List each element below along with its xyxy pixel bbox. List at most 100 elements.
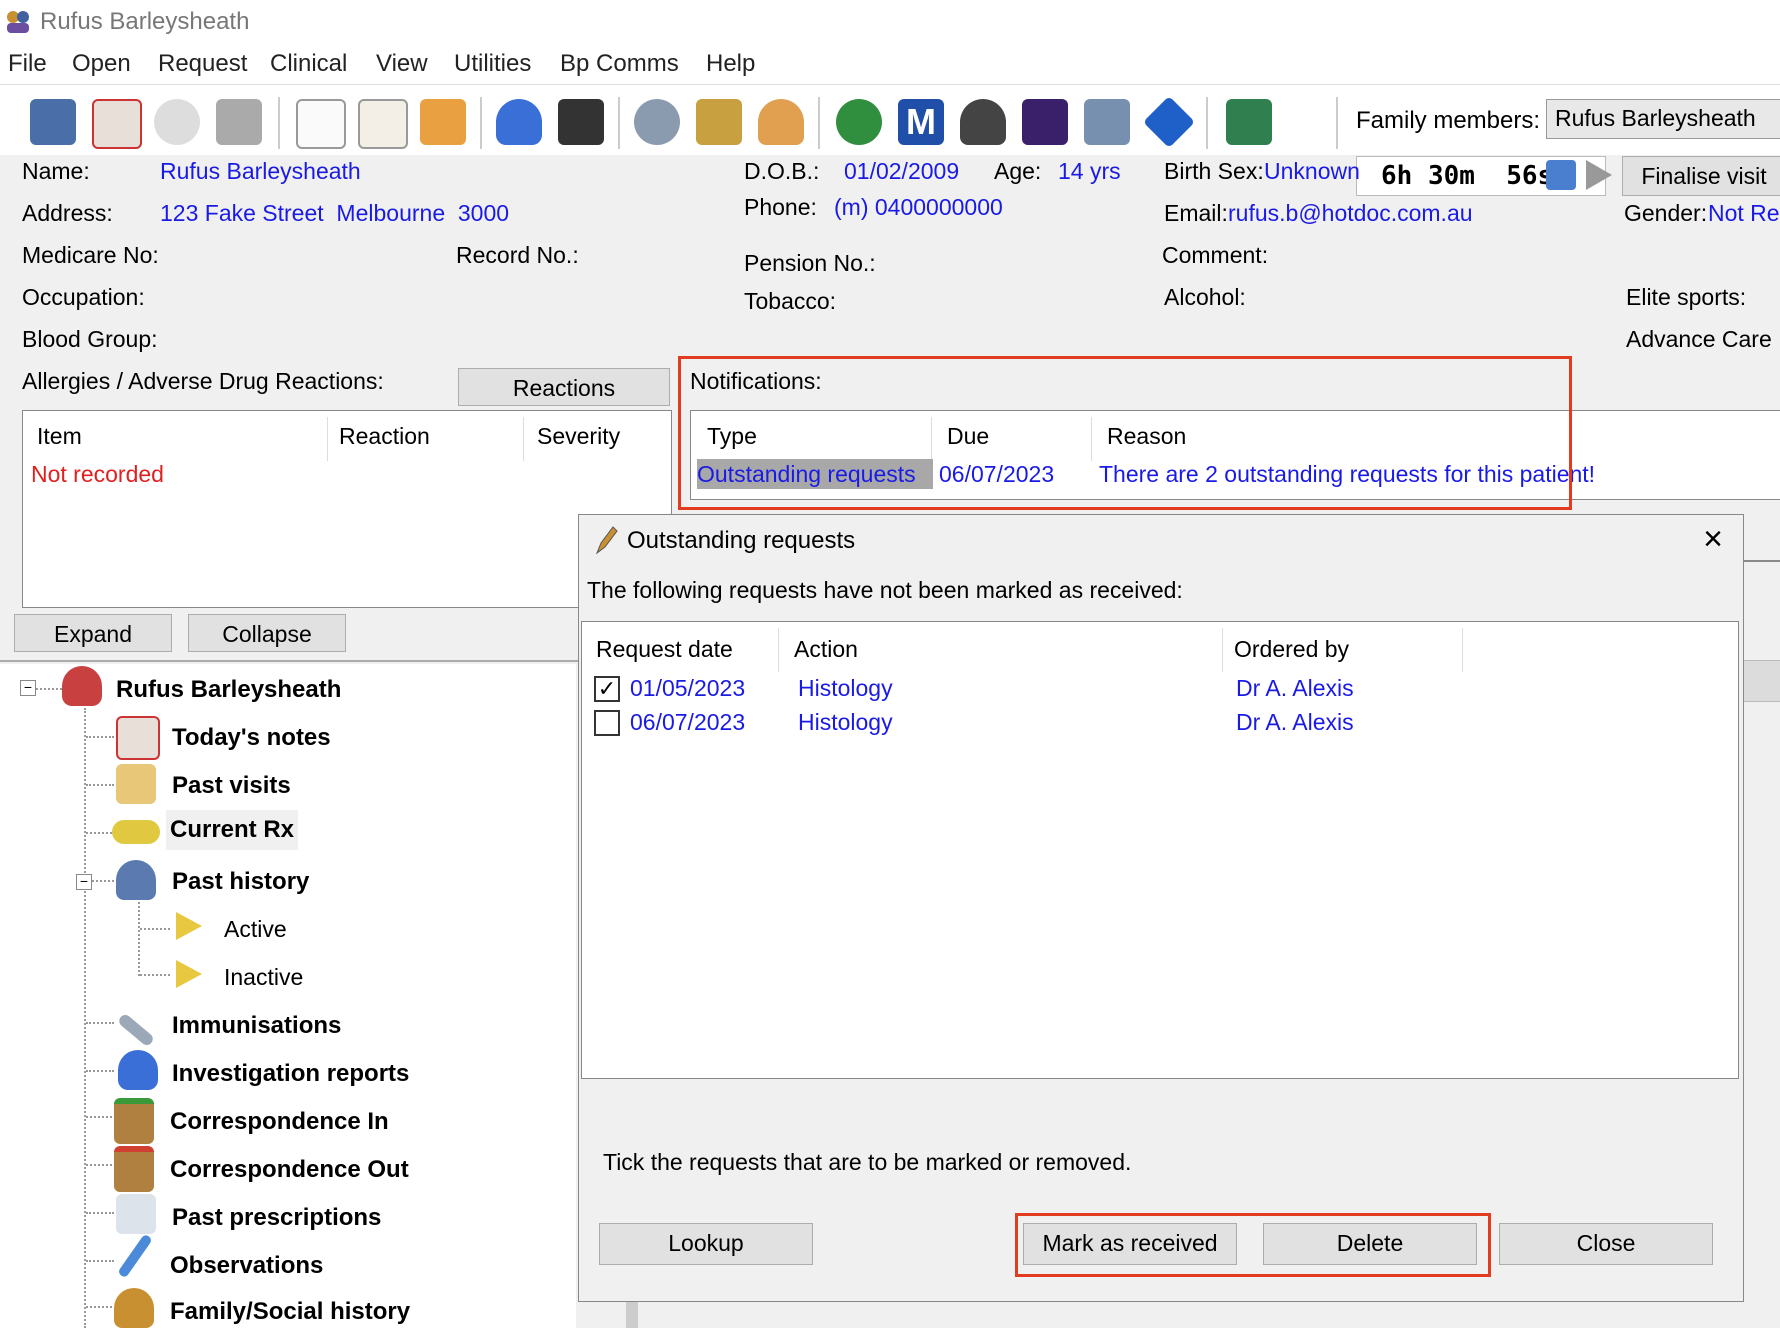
title-bar: Rufus Barleysheath [0, 0, 1780, 44]
menu-view[interactable]: View [376, 50, 428, 78]
background-panel-edge [1740, 560, 1780, 562]
patient-phone: (m) 0400000000 [834, 194, 1003, 220]
request-row[interactable]: 06/07/2023 Histology Dr A. Alexis [590, 706, 1730, 738]
expand-button[interactable]: Expand [14, 614, 172, 652]
dialog-title: Outstanding requests [627, 527, 856, 554]
dob-label: D.O.B.: [744, 158, 820, 184]
tree-todays-notes[interactable]: Today's notes [172, 724, 331, 752]
lookup-button[interactable]: Lookup [599, 1223, 813, 1265]
outstanding-requests-dialog: Outstanding requests × The following req… [578, 514, 1744, 1302]
collapse-past-history-icon[interactable]: − [76, 874, 92, 890]
tree-current-rx[interactable]: Current Rx [166, 810, 299, 850]
collapse-root-icon[interactable]: − [20, 680, 36, 696]
stethoscope-icon[interactable] [634, 99, 680, 145]
menu-open[interactable]: Open [72, 50, 131, 78]
brand-icon[interactable] [1022, 99, 1068, 145]
lab-flask-icon[interactable] [496, 99, 542, 145]
not-recorded-text: Not recorded [31, 461, 164, 487]
address-label: Address: [22, 200, 113, 226]
tree-past-visits[interactable]: Past visits [172, 772, 291, 800]
request-checkbox[interactable]: ✓ [594, 676, 620, 702]
allergy-col-item[interactable]: Item [37, 423, 82, 450]
tree-root[interactable]: Rufus Barleysheath [116, 676, 341, 704]
visit-timer-value: 6h 30m 56s [1381, 161, 1554, 191]
graduate-icon[interactable] [960, 99, 1006, 145]
request-date: 01/05/2023 [630, 675, 746, 701]
mims-icon[interactable]: M [898, 99, 944, 145]
exit-door-icon[interactable] [1226, 99, 1272, 145]
globe-icon[interactable] [836, 99, 882, 145]
record-label: Record No.: [456, 242, 579, 268]
close-button[interactable]: Close [1499, 1223, 1713, 1265]
allergy-col-reaction[interactable]: Reaction [339, 423, 430, 450]
allergy-col-severity[interactable]: Severity [537, 423, 620, 450]
tree-past-history[interactable]: Past history [172, 868, 309, 896]
tree-inactive[interactable]: Inactive [224, 964, 303, 991]
scrollbar-edge [626, 1300, 638, 1328]
dialog-intro: The following requests have not been mar… [587, 577, 1183, 603]
menu-clinical[interactable]: Clinical [270, 50, 347, 78]
col-request-date[interactable]: Request date [596, 636, 733, 663]
menu-utilities[interactable]: Utilities [454, 50, 531, 78]
cabinet-icon[interactable] [30, 99, 76, 145]
flask-icon [118, 1050, 158, 1090]
finalise-visit-button[interactable]: Finalise visit [1622, 156, 1780, 196]
col-ordered-by[interactable]: Ordered by [1234, 636, 1349, 663]
dialog-close-icon[interactable]: × [1693, 519, 1733, 559]
tree-active[interactable]: Active [224, 916, 287, 943]
collapse-button[interactable]: Collapse [188, 614, 346, 652]
pause-icon[interactable] [1546, 160, 1576, 190]
tree-past-prescriptions[interactable]: Past prescriptions [172, 1204, 381, 1232]
alcohol-label: Alcohol: [1164, 284, 1246, 310]
request-checkbox[interactable] [594, 710, 620, 736]
reactions-button[interactable]: Reactions [458, 368, 670, 406]
allergies-table: Item Reaction Severity Not recorded [22, 410, 672, 608]
patient-name: Rufus Barleysheath [160, 158, 361, 184]
menu-bp-comms[interactable]: Bp Comms [560, 50, 679, 78]
notifications-highlight [678, 356, 1572, 510]
advance-care-label: Advance Care D [1626, 326, 1780, 352]
toolbar: M Family members: Rufus Barleysheath [0, 84, 1780, 155]
name-label: Name: [22, 158, 90, 184]
tree-correspondence-in[interactable]: Correspondence In [170, 1108, 389, 1136]
tree-correspondence-out[interactable]: Correspondence Out [170, 1156, 409, 1184]
calendar-icon[interactable] [92, 99, 142, 149]
action-buttons-highlight [1015, 1213, 1491, 1277]
capsule-icon [112, 820, 160, 844]
request-row[interactable]: ✓ 01/05/2023 Histology Dr A. Alexis [590, 672, 1730, 704]
allergies-label: Allergies / Adverse Drug Reactions: [22, 368, 384, 394]
tree-immunisations[interactable]: Immunisations [172, 1012, 341, 1040]
col-action[interactable]: Action [794, 636, 858, 663]
certificate-icon[interactable] [358, 99, 408, 149]
tree-observations[interactable]: Observations [170, 1252, 323, 1280]
phone-book-icon[interactable] [1084, 99, 1130, 145]
play-icon[interactable] [1586, 160, 1612, 190]
menu-file[interactable]: File [8, 50, 47, 78]
pill-bottle-icon[interactable] [420, 99, 466, 145]
xray-icon[interactable] [558, 99, 604, 145]
elite-sports-label: Elite sports: [1626, 284, 1747, 310]
tree-family-social-history[interactable]: Family/Social history [170, 1298, 410, 1326]
scales-icon[interactable] [696, 99, 742, 145]
occupation-label: Occupation: [22, 284, 145, 310]
diamond-icon[interactable] [1142, 95, 1196, 149]
menu-help[interactable]: Help [706, 50, 755, 78]
family-members-select[interactable]: Rufus Barleysheath [1546, 99, 1780, 139]
blank-document-icon[interactable] [296, 99, 346, 149]
request-ordered-by: Dr A. Alexis [1236, 709, 1354, 735]
printer-icon[interactable] [216, 99, 262, 145]
appointment-clock-icon[interactable] [154, 99, 200, 145]
medicare-label: Medicare No: [22, 242, 159, 268]
patient-gender: Not Rec [1708, 200, 1780, 226]
inbox-in-icon [114, 1098, 154, 1144]
window-title: Rufus Barleysheath [40, 8, 250, 35]
menu-bar: File Open Request Clinical View Utilitie… [0, 44, 1780, 84]
patient-address: 123 Fake Street Melbourne 3000 [160, 200, 510, 226]
person-icon[interactable] [758, 99, 804, 145]
tree-investigation-reports[interactable]: Investigation reports [172, 1060, 409, 1088]
request-ordered-by: Dr A. Alexis [1236, 675, 1354, 701]
patient-dob: 01/02/2009 [844, 158, 960, 184]
syringe-icon [116, 1012, 156, 1048]
menu-request[interactable]: Request [158, 50, 247, 78]
navigation-tree: − Rufus Barleysheath Today's notes Past … [0, 664, 576, 1328]
